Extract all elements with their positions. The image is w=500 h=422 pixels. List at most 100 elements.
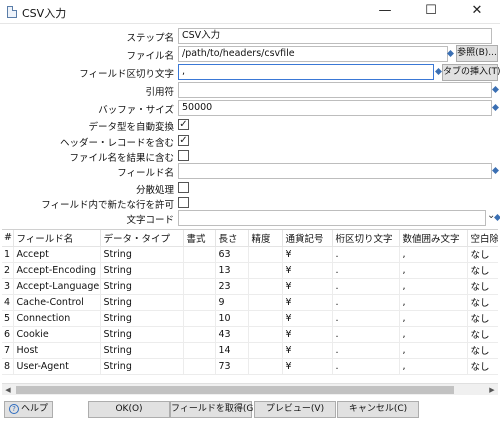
parallel-checkbox[interactable]	[178, 182, 189, 193]
table-cell[interactable]	[248, 262, 283, 279]
table-cell[interactable]: なし	[467, 294, 498, 311]
table-cell[interactable]: 5	[2, 310, 14, 327]
newline-checkbox[interactable]	[178, 197, 189, 208]
ok-button[interactable]: OK(O)	[88, 401, 170, 418]
table-cell[interactable]: String	[100, 246, 184, 263]
table-cell[interactable]: ,	[399, 358, 468, 375]
buffer-size-input[interactable]: 50000	[178, 100, 492, 116]
table-row[interactable]: 7 Host String 14 ¥ . , なし	[2, 342, 498, 359]
table-cell[interactable]	[183, 310, 216, 327]
insert-tab-button[interactable]: タブの挿入(T)	[442, 64, 500, 81]
maximize-button[interactable]: ☐	[408, 0, 454, 24]
table-cell[interactable]: .	[332, 342, 400, 359]
get-fields-button[interactable]: フィールドを取得(G)	[170, 401, 257, 418]
table-cell[interactable]: Accept-Encoding	[13, 262, 101, 279]
table-row[interactable]: 1 Accept String 63 ¥ . , なし	[2, 246, 498, 263]
table-cell[interactable]: ¥	[282, 342, 333, 359]
table-cell[interactable]: String	[100, 278, 184, 295]
table-cell[interactable]	[248, 278, 283, 295]
table-cell[interactable]: 10	[215, 310, 249, 327]
table-cell[interactable]: なし	[467, 310, 498, 327]
table-cell[interactable]: 8	[2, 358, 14, 375]
table-cell[interactable]	[183, 342, 216, 359]
table-cell[interactable]	[183, 326, 216, 343]
table-cell[interactable]: String	[100, 342, 184, 359]
table-cell[interactable]	[248, 310, 283, 327]
encoding-select[interactable]	[178, 210, 486, 226]
table-cell[interactable]: ,	[399, 262, 468, 279]
browse-button[interactable]: 参照(B)...	[456, 45, 498, 62]
column-header[interactable]: 長さ	[215, 230, 249, 247]
table-row[interactable]: 3 Accept-Language String 23 ¥ . , なし	[2, 278, 498, 295]
scroll-right-icon[interactable]: ▶	[486, 384, 498, 396]
table-cell[interactable]	[183, 294, 216, 311]
table-cell[interactable]: なし	[467, 326, 498, 343]
table-cell[interactable]: ,	[399, 294, 468, 311]
table-cell[interactable]: 1	[2, 246, 14, 263]
table-cell[interactable]: .	[332, 246, 400, 263]
table-cell[interactable]	[183, 278, 216, 295]
table-cell[interactable]: Cookie	[13, 326, 101, 343]
preview-button[interactable]: プレビュー(V)	[254, 401, 336, 418]
cancel-button[interactable]: キャンセル(C)	[337, 401, 419, 418]
table-cell[interactable]: ,	[399, 342, 468, 359]
table-cell[interactable]: ¥	[282, 358, 333, 375]
column-header[interactable]: 精度	[248, 230, 283, 247]
table-cell[interactable]: .	[332, 278, 400, 295]
table-row[interactable]: 5 Connection String 10 ¥ . , なし	[2, 310, 498, 327]
horizontal-scrollbar[interactable]: ◀ ▶	[2, 383, 498, 395]
table-cell[interactable]: ¥	[282, 278, 333, 295]
table-cell[interactable]	[183, 358, 216, 375]
table-cell[interactable]: なし	[467, 358, 498, 375]
table-cell[interactable]: ,	[399, 246, 468, 263]
table-cell[interactable]: String	[100, 294, 184, 311]
table-cell[interactable]: 7	[2, 342, 14, 359]
add-filename-checkbox[interactable]	[178, 150, 189, 161]
column-header[interactable]: 数値囲み文字	[399, 230, 468, 247]
table-cell[interactable]: ¥	[282, 294, 333, 311]
column-header[interactable]: 通貨記号	[282, 230, 333, 247]
table-cell[interactable]: 73	[215, 358, 249, 375]
minimize-button[interactable]: —	[362, 0, 408, 24]
table-row[interactable]: 6 Cookie String 43 ¥ . , なし	[2, 326, 498, 343]
table-cell[interactable]: ¥	[282, 310, 333, 327]
lazy-conversion-checkbox[interactable]: ✓	[178, 119, 189, 130]
table-cell[interactable]: Cache-Control	[13, 294, 101, 311]
table-cell[interactable]: Accept	[13, 246, 101, 263]
scroll-left-icon[interactable]: ◀	[2, 384, 14, 396]
table-cell[interactable]: 63	[215, 246, 249, 263]
table-cell[interactable]: 3	[2, 278, 14, 295]
table-cell[interactable]	[183, 262, 216, 279]
table-cell[interactable]	[248, 342, 283, 359]
table-cell[interactable]: String	[100, 310, 184, 327]
column-header[interactable]: 桁区切り文字	[332, 230, 400, 247]
table-row[interactable]: 4 Cache-Control String 9 ¥ . , なし	[2, 294, 498, 311]
table-cell[interactable]: 9	[215, 294, 249, 311]
table-cell[interactable]: Accept-Language	[13, 278, 101, 295]
table-cell[interactable]: ,	[399, 326, 468, 343]
column-header[interactable]: フィールド名	[13, 230, 101, 247]
table-cell[interactable]	[183, 246, 216, 263]
table-cell[interactable]: Connection	[13, 310, 101, 327]
table-cell[interactable]: .	[332, 326, 400, 343]
table-cell[interactable]: ¥	[282, 246, 333, 263]
field-name-input[interactable]	[178, 163, 492, 179]
delimiter-input[interactable]: ,	[178, 64, 434, 80]
table-cell[interactable]: String	[100, 358, 184, 375]
table-cell[interactable]: Host	[13, 342, 101, 359]
table-cell[interactable]: String	[100, 262, 184, 279]
table-cell[interactable]	[248, 326, 283, 343]
table-cell[interactable]: 23	[215, 278, 249, 295]
table-row[interactable]: 2 Accept-Encoding String 13 ¥ . , なし	[2, 262, 498, 279]
table-cell[interactable]: なし	[467, 246, 498, 263]
table-cell[interactable]: User-Agent	[13, 358, 101, 375]
table-row[interactable]: 8 User-Agent String 73 ¥ . , なし	[2, 358, 498, 375]
enclosure-input[interactable]	[178, 82, 492, 98]
header-row-checkbox[interactable]: ✓	[178, 135, 189, 146]
table-cell[interactable]	[248, 246, 283, 263]
table-cell[interactable]	[248, 358, 283, 375]
column-header[interactable]: 空白除去	[467, 230, 498, 247]
table-cell[interactable]: .	[332, 358, 400, 375]
scrollbar-thumb[interactable]	[16, 386, 454, 394]
table-cell[interactable]: String	[100, 326, 184, 343]
